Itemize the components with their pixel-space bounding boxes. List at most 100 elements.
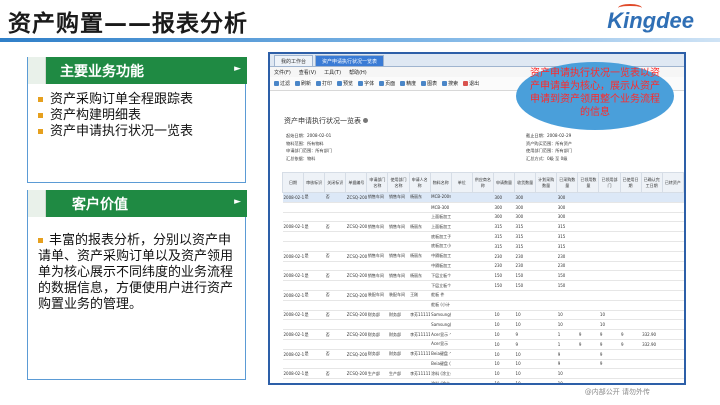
column-header[interactable]: 物料名称 [429, 172, 452, 193]
font-button[interactable]: 字体 [358, 80, 374, 87]
page-button[interactable]: 页面 [379, 80, 395, 87]
table-row[interactable]: 上面板加工子300300300 [282, 212, 684, 223]
table-row[interactable]: 2008-02-1是否ZCSQ-2008销售车间销售车间杨丽东下层立板个1501… [282, 270, 684, 282]
table-cell: 否 [324, 270, 346, 282]
table-cell [620, 280, 642, 291]
table-row[interactable]: 2008-02-1是否ZCSQ-2008销售车间销售车间杨丽东MCB-200电子… [282, 192, 684, 203]
table-cell [662, 310, 684, 321]
search-button[interactable]: 搜索 [442, 80, 458, 87]
column-header[interactable]: 已采购数量 [556, 172, 579, 193]
page-icon [379, 81, 385, 86]
report-info-right: 截止日期：2008-02-29 资产购买范围：所有资产 使用部门范围：所有部门 … [526, 132, 572, 162]
column-header[interactable]: 申请数量 [492, 172, 516, 193]
exit-button[interactable]: 退出 [463, 80, 479, 87]
table-cell: 9 [620, 329, 642, 340]
column-header[interactable]: 已领用数量 [577, 172, 600, 193]
column-header[interactable]: 单位 [450, 172, 473, 193]
table-row[interactable]: 涂料 (涂立 10 10 10 [282, 378, 684, 383]
menu-tools[interactable]: 工具(T) [324, 69, 341, 76]
precision-button[interactable]: 精度 [400, 80, 416, 87]
preview-button[interactable]: 预览 [337, 80, 353, 87]
table-row[interactable]: 舵板 (小计 [282, 300, 684, 311]
table-cell: 10 [598, 310, 620, 321]
table-row[interactable]: 2008-02-1是否ZCSQ-2008销售车间销售车间杨丽东中隔板加工子230… [282, 251, 684, 262]
column-header[interactable]: 日期 [281, 172, 305, 193]
table-cell: 杨丽东 [409, 270, 431, 282]
table-row[interactable]: Samsung(10 10 10 10 [282, 319, 684, 331]
column-header[interactable]: 已领用部门 [598, 172, 621, 193]
table-cell: 销售车间 [387, 270, 410, 282]
tab-report[interactable]: 资产申请执行状况一览表 [315, 55, 385, 66]
table-row[interactable]: 底板加工子 315 315 315 [282, 231, 684, 242]
column-header[interactable]: 申请人名称 [408, 172, 431, 193]
table-cell [409, 378, 431, 383]
table-cell [641, 202, 663, 213]
table-cell [324, 231, 346, 242]
print-button[interactable]: 打印 [316, 80, 332, 87]
table-cell: 销售车间 [387, 221, 410, 233]
table-cell [577, 310, 599, 321]
column-header[interactable]: 使用部门名称 [387, 172, 410, 193]
table-cell [535, 280, 557, 291]
table-cell [620, 241, 642, 252]
function-item: 资产构建明细表 [38, 108, 193, 124]
table-row[interactable]: 2008-02-1是否ZCSQ-2008销售车间销售车间杨丽东上面板加工子315… [282, 221, 684, 233]
table-row[interactable]: 下层立板个 150 150 150 [282, 280, 684, 291]
table-cell: 否 [324, 251, 346, 262]
menu-help[interactable]: 帮助(H) [349, 69, 367, 76]
table-cell: 10 [556, 310, 578, 321]
table-row[interactable]: Acer显示 10 9 1 9 9 9 332.90 [282, 339, 684, 350]
table-cell [641, 251, 663, 262]
table-body: 2008-02-1是否ZCSQ-2008销售车间销售车间杨丽东MCB-200电子… [282, 192, 684, 383]
table-cell: Beia键盘 个 [430, 349, 452, 360]
table-cell [366, 261, 388, 272]
info-icon [363, 118, 368, 123]
info-line: 截止日期：2008-02-29 [526, 133, 572, 138]
main-functions-heading: 主要业务功能 ► [46, 57, 247, 84]
table-cell: 杨丽东 [409, 221, 431, 233]
table-cell [451, 221, 473, 233]
table-cell [662, 221, 684, 233]
table-row[interactable]: 中隔板加工子230230230 [282, 261, 684, 272]
column-header[interactable]: 审核标识 [303, 172, 326, 193]
refresh-button[interactable]: 刷新 [295, 80, 311, 87]
table-row[interactable]: 2008-02-1是否ZCSQ-2008生产部生产部李芳11111涂料 (涂立公… [282, 368, 684, 380]
table-cell: 否 [324, 192, 346, 203]
column-header[interactable]: 已使用日期 [619, 172, 642, 193]
table-cell: 财务部 [387, 349, 410, 360]
filter-button[interactable]: 过滤 [274, 80, 290, 87]
column-header[interactable]: 已转资产 [661, 172, 684, 193]
table-cell [387, 300, 410, 311]
table-cell [472, 368, 494, 380]
table-row[interactable]: 底板加工小 315 315 315 [282, 241, 684, 252]
column-header[interactable]: 单据编号 [345, 172, 368, 193]
column-header[interactable]: 关闭标识 [324, 172, 347, 193]
table-row[interactable]: 2008-02-1是否ZCSQ-2008财务部财务部李芳11111Beia键盘 … [282, 349, 684, 360]
column-header[interactable]: 申请部门名称 [366, 172, 389, 193]
column-header[interactable]: 收货数量 [514, 172, 537, 193]
table-cell [662, 251, 684, 262]
table-cell: 中隔板加工子 [430, 251, 452, 262]
menu-view[interactable]: 查看(V) [299, 69, 316, 76]
table-cell [303, 280, 325, 291]
table-row[interactable]: 2008-02-1是否ZCSQ-2008装配车间装配车间王刚舵板 件 [282, 290, 684, 301]
table-row[interactable]: 2008-02-1是否ZCSQ-2008财务部财务部李芳11111Acer显示 … [282, 329, 684, 340]
table-cell [345, 280, 367, 291]
report-info-left: 起始日期：2008-02-01 物料范围：所有物料 申请部门范围：所有部门 汇总… [286, 132, 332, 162]
column-header[interactable]: 计划采购数量 [535, 172, 558, 193]
table-cell [472, 300, 494, 311]
table-row[interactable]: MCB-300 300 300 300 [282, 202, 684, 213]
chart-button[interactable]: 图表 [421, 80, 437, 87]
table-cell [598, 300, 620, 311]
column-header[interactable]: 供应商名称 [471, 172, 494, 193]
table-cell [472, 241, 494, 252]
table-row[interactable]: Beia键盘 (10 10 9 9 [282, 359, 684, 370]
table-cell [535, 192, 557, 203]
table-cell [366, 378, 388, 383]
info-line: 资产购买范围：所有资产 [526, 140, 573, 146]
column-header[interactable]: 已确认完工日期 [640, 172, 663, 193]
menu-file[interactable]: 文件(F) [274, 69, 291, 76]
tab-workbench[interactable]: 我的工作台 [274, 55, 314, 66]
main-functions-heading-text: 主要业务功能 [60, 64, 144, 80]
table-row[interactable]: 2008-02-1是否ZCSQ-2008财务部财务部李芳11111Samsung… [282, 310, 684, 321]
